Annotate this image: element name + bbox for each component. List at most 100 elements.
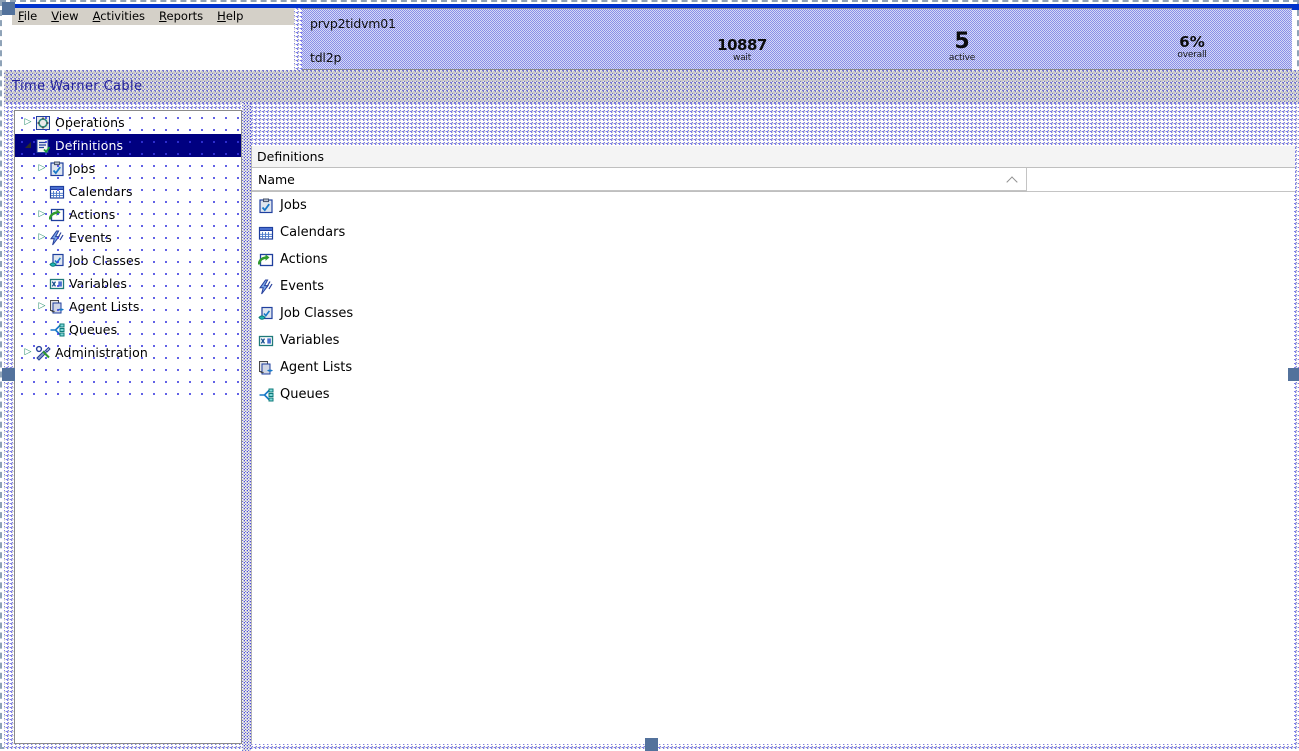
administration-icon [35,345,51,361]
list-column-header: Name [252,168,1295,192]
list-item[interactable]: Jobs [252,192,1295,219]
metric-overall-value: 6% [1179,33,1205,51]
tree-expand-toggle-icon[interactable] [21,118,35,127]
tree-item-variables[interactable]: Variables [15,272,241,295]
list-rows: Jobs Calendars Actions Events Job Classes Var… [252,192,1295,744]
queues-icon [258,387,274,403]
menu-item-help[interactable]: Help [217,9,251,24]
list-item[interactable]: Events [252,273,1295,300]
tree-item-label: Queues [69,322,118,337]
list-item[interactable]: Variables [252,327,1295,354]
list-item[interactable]: Queues [252,381,1295,408]
selection-handle-right[interactable] [1288,368,1299,381]
jobs-icon [49,161,65,177]
job-classes-icon [49,253,65,269]
job-classes-icon [258,306,274,322]
metric-overall-label: overall [1177,50,1207,60]
list-item-label: Queues [280,387,330,402]
selection-handle-left[interactable] [2,368,15,381]
list-item-label: Events [280,279,325,294]
tree-item-actions[interactable]: Actions [15,203,241,226]
list-item[interactable]: Calendars [252,219,1295,246]
list-item[interactable]: Agent Lists [252,354,1295,381]
tree-expand-toggle-icon[interactable] [35,164,49,173]
selection-handle-bottom[interactable] [645,738,658,751]
calendars-icon [49,184,65,200]
tree-rows: Operations Definitions Jobs Calendars Action… [15,111,241,364]
calendars-icon [258,225,274,241]
tree-item-label: Events [69,230,112,245]
navigation-tree-panel[interactable]: Operations Definitions Jobs Calendars Action… [14,110,242,744]
menu-bar: File View Activities Reports Help [12,8,302,25]
tree-item-jobs[interactable]: Jobs [15,157,241,180]
tree-item-label: Variables [69,276,128,291]
tree-item-label: Jobs [69,161,96,176]
selection-handle-top-left[interactable] [2,2,15,15]
tree-expand-toggle-icon[interactable] [21,348,35,357]
menubar-statusbar-gap [294,8,302,70]
events-icon [49,230,65,246]
actions-icon [49,207,65,223]
tree-item-label: Definitions [55,138,124,153]
tree-item-job-classes[interactable]: Job Classes [15,249,241,272]
list-item-label: Variables [280,333,340,348]
definitions-icon [35,138,51,154]
tree-item-operations[interactable]: Operations [15,111,241,134]
events-icon [258,279,274,295]
tree-item-label: Calendars [69,184,133,199]
column-header-name[interactable]: Name [252,168,1027,191]
menu-item-reports[interactable]: Reports [159,9,211,24]
application-window: File View Activities Reports Help prvp2t… [0,0,1299,751]
menu-item-file[interactable]: File [18,9,45,24]
status-instance: tdl2p [310,50,342,65]
agent-lists-icon [49,299,65,315]
tree-item-calendars[interactable]: Calendars [15,180,241,203]
list-item-label: Job Classes [280,306,354,321]
list-item-label: Calendars [280,225,346,240]
brand-band: Time Warner Cable [4,70,1299,103]
definitions-list-panel: Definitions Name Jobs Calendars Actions Eve… [251,146,1295,744]
metric-wait-value: 10887 [717,36,767,54]
tree-expand-toggle-icon[interactable] [35,210,49,219]
tree-item-administration[interactable]: Administration [15,341,241,364]
tree-item-agent-lists[interactable]: Agent Lists [15,295,241,318]
tree-item-queues[interactable]: Queues [15,318,241,341]
list-item-label: Agent Lists [280,360,353,375]
menu-item-activities[interactable]: Activities [93,9,153,24]
metric-active-value: 5 [954,29,970,54]
list-panel-title: Definitions [252,146,1295,168]
panel-splitter[interactable] [242,103,251,751]
tree-item-label: Agent Lists [69,299,140,314]
status-hostname: prvp2tidvm01 [310,16,396,31]
tree-item-label: Actions [69,207,116,222]
column-header-name-label: Name [258,171,295,187]
metric-active-label: active [948,53,976,63]
variables-icon [258,333,274,349]
menu-item-view[interactable]: View [51,9,86,24]
metric-wait: 10887 wait [682,38,802,63]
chevron-up-icon [1006,172,1020,186]
list-item[interactable]: Actions [252,246,1295,273]
list-item-label: Actions [280,252,328,267]
brand-name: Time Warner Cable [12,79,143,94]
tree-item-events[interactable]: Events [15,226,241,249]
tree-collapse-toggle-icon[interactable] [21,141,35,150]
tree-expand-toggle-icon[interactable] [35,233,49,242]
list-item-label: Jobs [280,198,307,213]
operations-icon [35,115,51,131]
tree-item-definitions[interactable]: Definitions [15,134,241,157]
actions-icon [258,252,274,268]
metric-wait-label: wait [732,53,752,63]
agent-lists-icon [258,360,274,376]
tree-expand-toggle-icon[interactable] [35,302,49,311]
queues-icon [49,322,65,338]
metric-active: 5 active [902,31,1022,63]
tree-item-label: Job Classes [69,253,141,268]
variables-icon [49,276,65,292]
status-bar: prvp2tidvm01 tdl2p 10887 wait 5 active 6… [302,8,1292,70]
list-item[interactable]: Job Classes [252,300,1295,327]
tree-item-label: Operations [55,115,125,130]
jobs-icon [258,198,274,214]
tree-item-label: Administration [55,345,148,360]
metric-overall: 6% overall [1132,35,1252,60]
